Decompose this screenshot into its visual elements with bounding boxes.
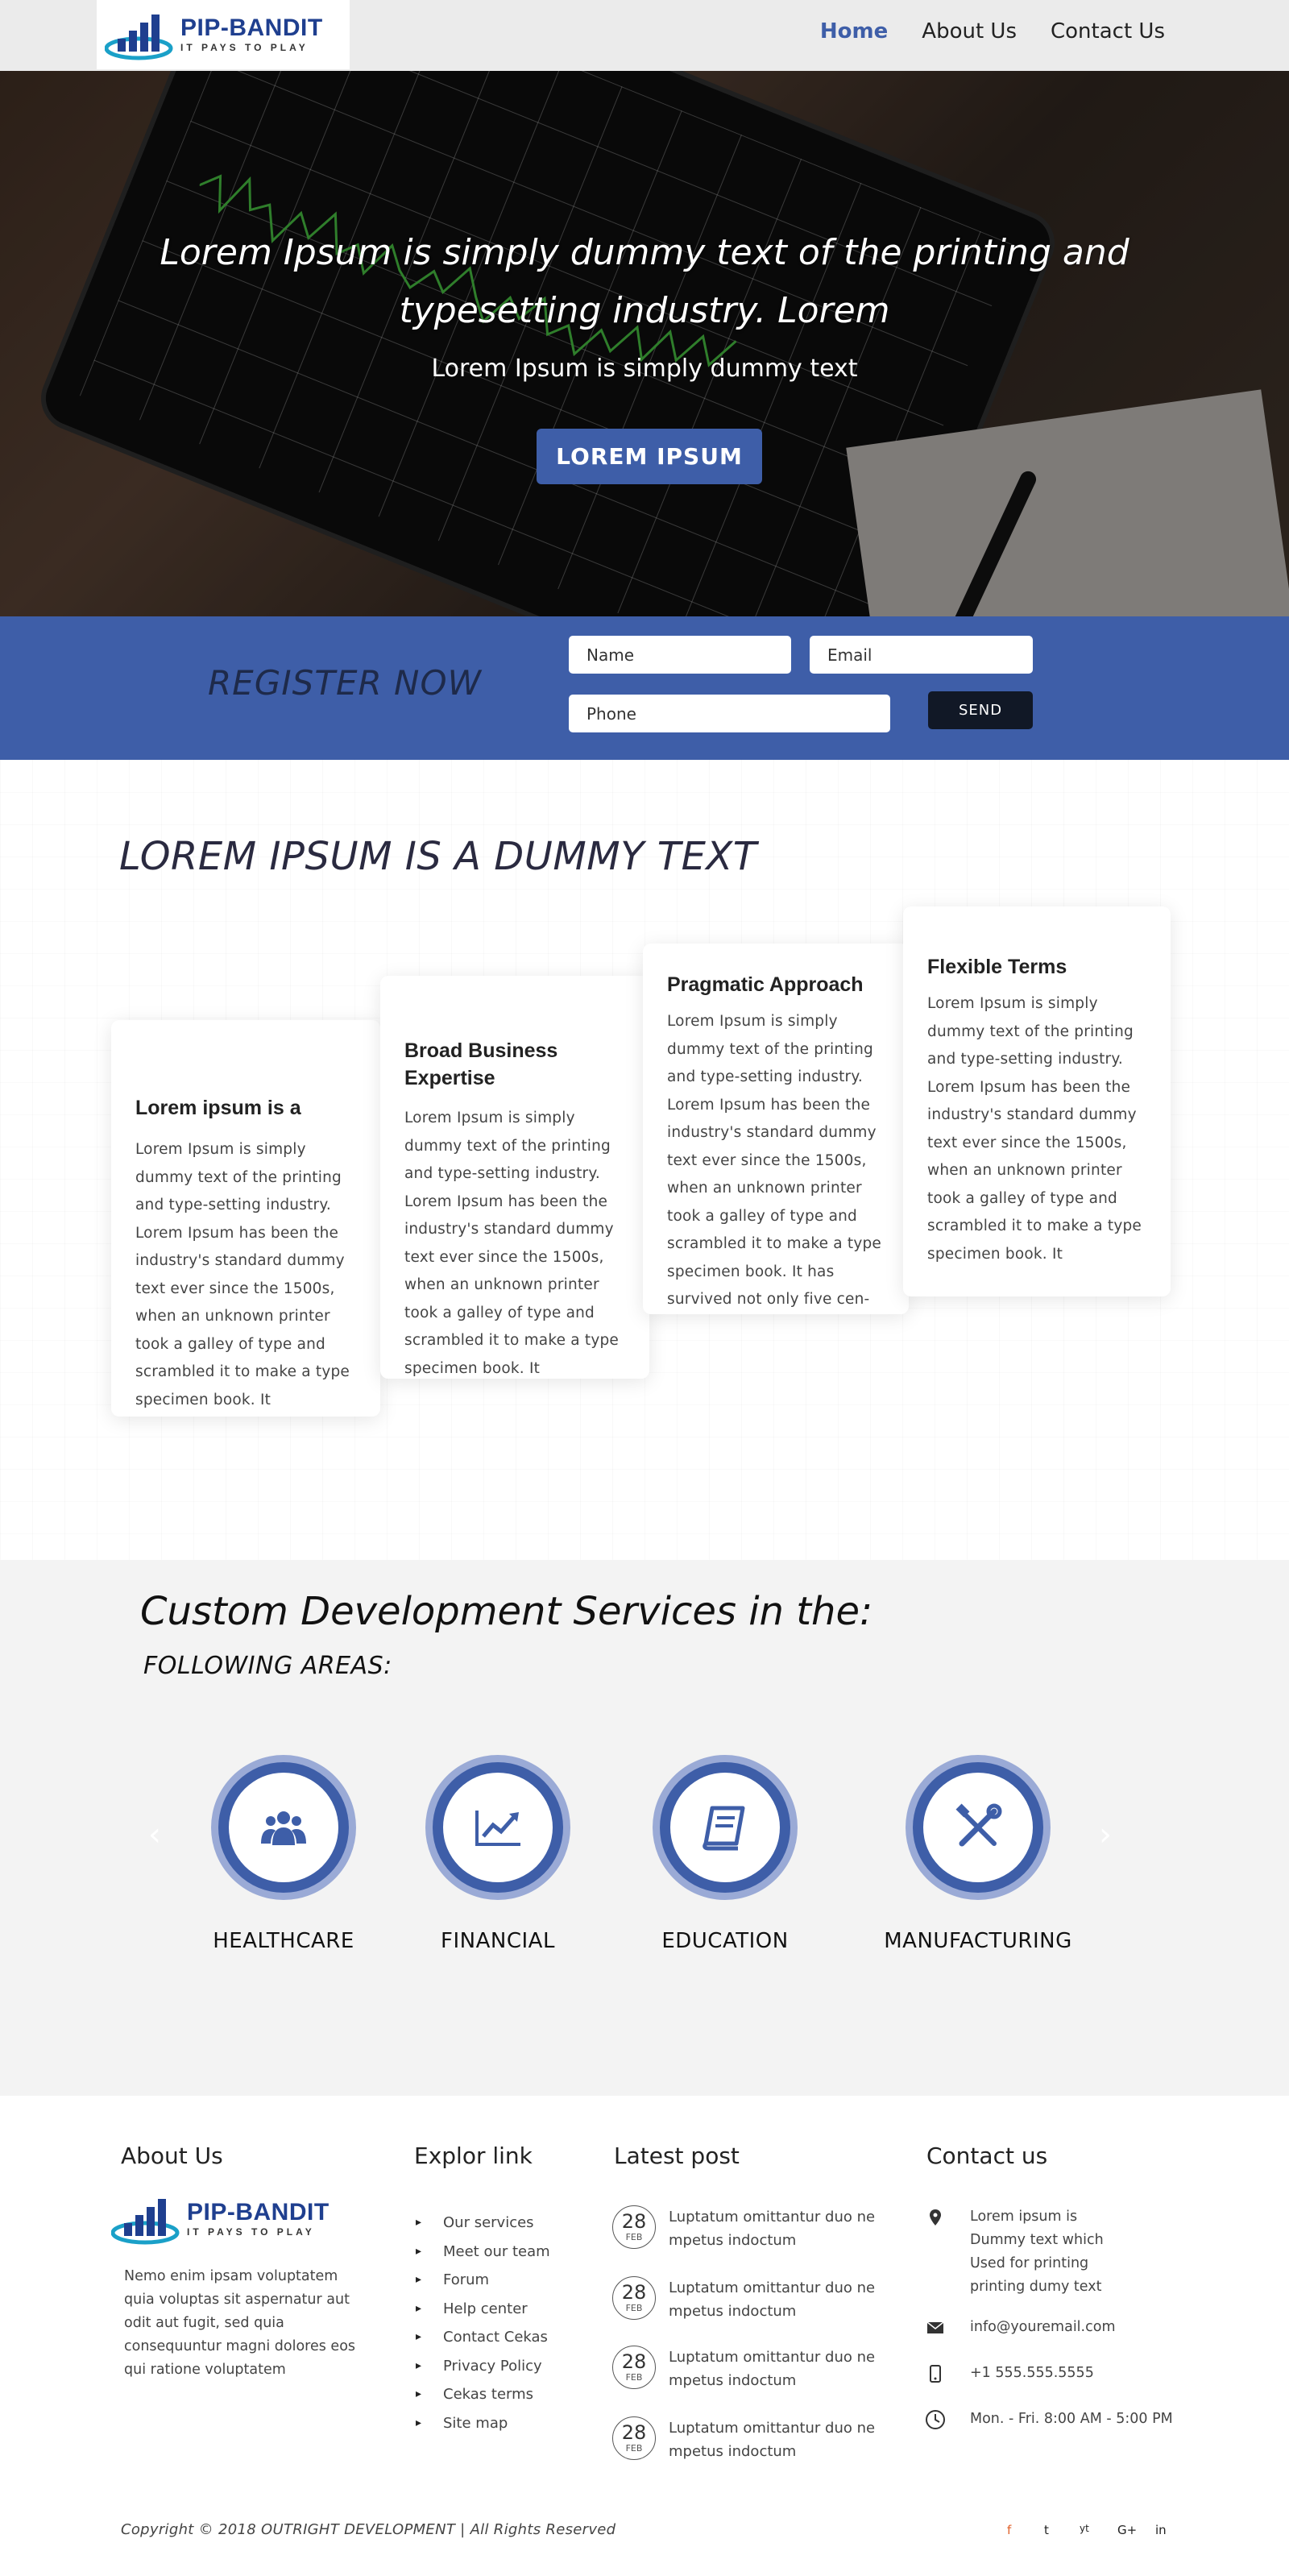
nav-home[interactable]: Home [820, 19, 888, 44]
facebook-icon[interactable]: f [1007, 2523, 1011, 2537]
logo-tagline: IT PAYS TO PLAY [180, 42, 309, 53]
footer: About Us PIP-BANDIT IT PAYS TO PLAY Nemo… [0, 2096, 1289, 2576]
feature-card-title: Flexible Terms [927, 956, 1067, 978]
nav-about-us[interactable]: About Us [922, 19, 1017, 44]
latest-post[interactable]: 28 FEB Luptatum omittantur duo ne mpetus … [612, 2416, 886, 2463]
carousel-prev-arrow[interactable]: ‹ [148, 1816, 161, 1853]
footer-contact-heading: Contact us [926, 2143, 1048, 2169]
linkedin-icon[interactable]: in [1155, 2523, 1167, 2537]
footer-link[interactable]: Cekas terms [416, 2380, 550, 2409]
feature-card: Lorem ipsum is a Lorem Ipsum is simply d… [111, 1020, 380, 1417]
register-bar: REGISTER NOW SEND [0, 616, 1289, 760]
footer-logo-name: PIP-BANDIT [187, 2199, 330, 2225]
footer-links-list: Our services Meet our team Forum Help ce… [416, 2209, 550, 2437]
brand-logo[interactable]: PIP-BANDIT IT PAYS TO PLAY [97, 0, 350, 69]
footer-link[interactable]: Meet our team [416, 2238, 550, 2267]
footer-logo-tagline: IT PAYS TO PLAY [187, 2226, 315, 2238]
logo-name: PIP-BANDIT [180, 15, 323, 41]
service-label: FINANCIAL [441, 1929, 555, 1953]
post-date-badge: 28 FEB [612, 2276, 656, 2320]
contact-hours-text: Mon. - Fri. 8:00 AM - 5:00 PM [970, 2411, 1173, 2427]
email-input[interactable] [810, 636, 1033, 674]
contact-email[interactable]: info@youremail.com [925, 2316, 1116, 2339]
feature-card-title: Pragmatic Approach [667, 973, 864, 996]
service-financial[interactable]: FINANCIAL [401, 1755, 595, 1953]
logo-chart-icon [104, 6, 177, 63]
mobile-phone-icon [925, 2363, 946, 2384]
feature-card-text: Lorem Ipsum is simply dummy text of the … [135, 1141, 350, 1408]
contact-email-text: info@youremail.com [970, 2319, 1116, 2335]
services-title: Custom Development Services in the: [140, 1589, 873, 1634]
feature-card: Flexible Terms Lorem Ipsum is simply dum… [903, 906, 1171, 1296]
hero-cta-button[interactable]: LOREM IPSUM [537, 429, 762, 484]
features-title: LOREM IPSUM IS A DUMMY TEXT [119, 834, 757, 879]
footer-link[interactable]: Our services [416, 2209, 550, 2238]
service-manufacturing[interactable]: MANUFACTURING [881, 1755, 1075, 1953]
google-plus-icon[interactable]: G+ [1117, 2523, 1137, 2537]
send-button[interactable]: SEND [928, 691, 1033, 729]
feature-card-text: Lorem Ipsum is simply dummy text of the … [927, 995, 1142, 1263]
post-date-badge: 28 FEB [612, 2205, 656, 2249]
logo-chart-icon [110, 2191, 184, 2247]
footer-link[interactable]: Help center [416, 2295, 550, 2324]
hero-subtitle: Lorem Ipsum is simply dummy text [431, 355, 858, 383]
footer-links-heading: Explor link [414, 2143, 533, 2169]
post-date-badge: 28 FEB [612, 2346, 656, 2389]
footer-link[interactable]: Forum [416, 2266, 550, 2295]
service-healthcare[interactable]: HEALTHCARE [187, 1755, 380, 1953]
top-navbar: PIP-BANDIT IT PAYS TO PLAY Home About Us… [0, 0, 1289, 71]
service-label: EDUCATION [661, 1929, 789, 1953]
feature-card-title: Lorem ipsum is a [135, 1097, 301, 1119]
post-title: Luptatum omittantur duo ne mpetus indoct… [669, 2349, 876, 2389]
service-education[interactable]: EDUCATION [628, 1755, 822, 1953]
nav-menu: Home About Us Contact Us [786, 19, 1165, 44]
services-section: Custom Development Services in the: FOLL… [0, 1560, 1289, 2096]
clock-icon [925, 2409, 946, 2430]
footer-about-heading: About Us [121, 2143, 223, 2169]
post-date-badge: 28 FEB [612, 2416, 656, 2460]
hero-banner: Lorem Ipsum is simply dummy text of the … [0, 71, 1289, 616]
phone-input[interactable] [569, 695, 890, 732]
nav-contact-us[interactable]: Contact Us [1051, 19, 1165, 44]
contact-phone[interactable]: +1 555.555.5555 [925, 2362, 1094, 2385]
youtube-icon[interactable]: yt [1080, 2523, 1089, 2534]
envelope-icon [925, 2317, 946, 2338]
register-title: REGISTER NOW [208, 663, 483, 703]
feature-card: Pragmatic Approach Lorem Ipsum is simply… [643, 944, 909, 1314]
feature-card-text: Lorem Ipsum is simply dummy text of the … [404, 1110, 620, 1377]
features-section: LOREM IPSUM IS A DUMMY TEXT Lorem ipsum … [0, 760, 1289, 1560]
footer-logo[interactable]: PIP-BANDIT IT PAYS TO PLAY [103, 2184, 354, 2254]
chart-line-icon [475, 1811, 520, 1846]
name-input[interactable] [569, 636, 791, 674]
feature-card: Broad Business Expertise Lorem Ipsum is … [380, 976, 649, 1379]
twitter-icon[interactable]: t [1044, 2523, 1049, 2537]
post-title: Luptatum omittantur duo ne mpetus indoct… [669, 2279, 876, 2320]
map-marker-icon [925, 2207, 946, 2228]
latest-post[interactable]: 28 FEB Luptatum omittantur duo ne mpetus … [612, 2276, 886, 2323]
footer-link[interactable]: Privacy Policy [416, 2352, 550, 2381]
copyright-text: Copyright © 2018 OUTRIGHT DEVELOPMENT | … [121, 2521, 616, 2538]
service-label: HEALTHCARE [213, 1929, 354, 1953]
hero-title: Lorem Ipsum is simply dummy text of the … [160, 232, 1129, 331]
footer-posts-heading: Latest post [614, 2143, 740, 2169]
contact-address: Lorem ipsum is Dummy text which Used for… [925, 2205, 1107, 2299]
footer-about-text: Nemo enim ipsam voluptatem quia voluptas… [124, 2268, 356, 2378]
users-icon [261, 1811, 306, 1845]
contact-address-text: Lorem ipsum is Dummy text which Used for… [970, 2209, 1104, 2295]
tools-icon [955, 1803, 1002, 1847]
post-title: Luptatum omittantur duo ne mpetus indoct… [669, 2209, 876, 2249]
contact-hours: Mon. - Fri. 8:00 AM - 5:00 PM [925, 2408, 1173, 2431]
feature-card-text: Lorem Ipsum is simply dummy text of the … [667, 1013, 882, 1308]
post-title: Luptatum omittantur duo ne mpetus indoct… [669, 2420, 876, 2460]
feature-card-title: Broad Business Expertise [404, 1039, 558, 1089]
services-subtitle: FOLLOWING AREAS: [143, 1652, 392, 1680]
service-label: MANUFACTURING [884, 1929, 1072, 1953]
latest-post[interactable]: 28 FEB Luptatum omittantur duo ne mpetus … [612, 2205, 886, 2252]
footer-link[interactable]: Site map [416, 2409, 550, 2438]
contact-phone-text: +1 555.555.5555 [970, 2365, 1094, 2381]
latest-post[interactable]: 28 FEB Luptatum omittantur duo ne mpetus … [612, 2346, 886, 2392]
carousel-next-arrow[interactable]: › [1099, 1816, 1112, 1853]
book-icon [703, 1806, 745, 1851]
footer-link[interactable]: Contact Cekas [416, 2323, 550, 2352]
